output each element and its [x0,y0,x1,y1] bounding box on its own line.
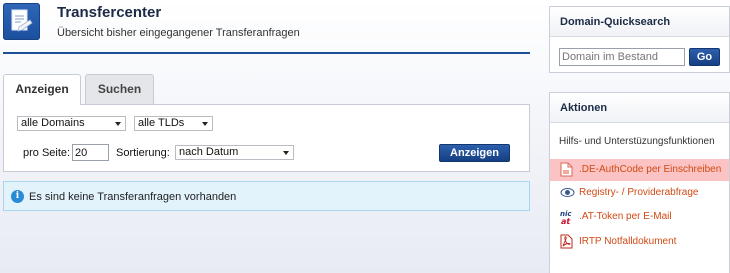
info-icon: i [11,190,24,203]
domain-select[interactable]: alle Domains [17,116,126,131]
action-registry-abfrage[interactable]: Registry- / Providerabfrage [550,182,729,204]
filter-panel: alle Domains alle TLDs pro Seite: Sortie… [3,104,530,172]
transfercenter-icon [3,3,40,40]
sort-select-value: nach Datum [179,146,239,158]
document-icon [560,162,573,180]
svg-text:at: at [561,217,571,225]
tld-select-value: alle TLDs [138,117,185,129]
info-message: Es sind keine Transferanfragen vorhanden [29,191,237,203]
quicksearch-box: Domain-Quicksearch Go [549,6,730,73]
chevron-down-icon [202,122,208,126]
actions-title: Aktionen [550,93,729,123]
header-divider [3,52,530,54]
chevron-down-icon [283,151,289,155]
actions-subtitle: Hilfs- und Unterstüzungsfunktionen [559,136,715,147]
page-title: Transfercenter [57,4,162,21]
per-page-input[interactable] [72,144,109,161]
page-subtitle: Übersicht bisher eingegangener Transfera… [57,27,300,39]
tld-select[interactable]: alle TLDs [134,116,213,131]
action-irtp-dokument[interactable]: IRTP Notfalldokument [550,231,729,253]
eye-icon [560,185,575,203]
chevron-down-icon [115,122,121,126]
sort-label: Sortierung: [116,147,170,159]
go-button[interactable]: Go [689,48,720,66]
domain-select-value: alle Domains [21,117,85,129]
tab-anzeigen[interactable]: Anzeigen [3,74,81,105]
tab-suchen[interactable]: Suchen [85,74,154,104]
quicksearch-title: Domain-Quicksearch [550,7,729,37]
nic-at-icon: nic at [560,209,576,228]
per-page-label: pro Seite: [23,147,71,159]
action-label: IRTP Notfalldokument [579,236,677,247]
action-de-authcode[interactable]: .DE-AuthCode per Einschreiben [550,159,729,181]
action-at-token[interactable]: nic at .AT-Token per E-Mail [550,206,729,228]
domain-search-input[interactable] [559,48,685,66]
action-label: .AT-Token per E-Mail [579,211,672,222]
actions-box: Aktionen Hilfs- und Unterstüzungsfunktio… [549,92,730,273]
action-label: Registry- / Providerabfrage [579,187,699,198]
action-label: .DE-AuthCode per Einschreiben [579,164,722,175]
anzeigen-button[interactable]: Anzeigen [439,144,510,162]
info-message-bar: i Es sind keine Transferanfragen vorhand… [3,181,530,211]
sort-select[interactable]: nach Datum [175,145,294,160]
pdf-icon [560,234,573,252]
